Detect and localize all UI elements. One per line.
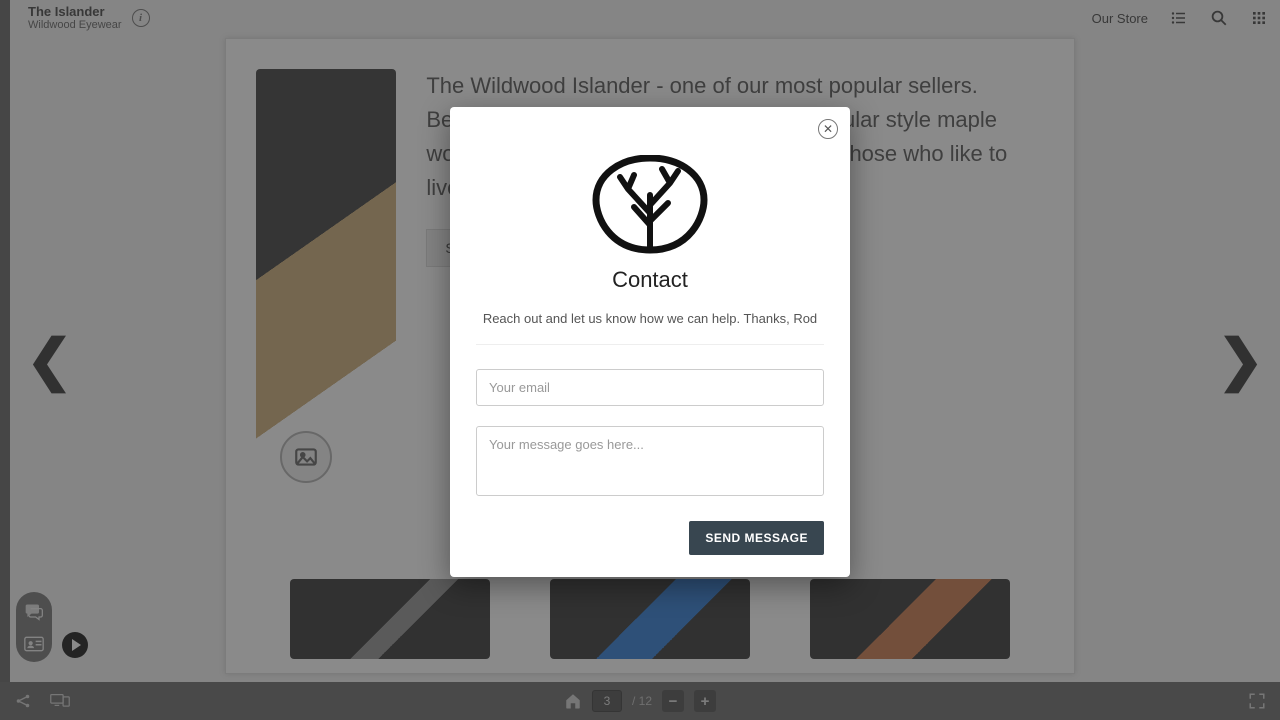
modal-message: Reach out and let us know how we can hel… — [476, 311, 824, 326]
close-icon[interactable]: ✕ — [818, 119, 838, 139]
send-message-button[interactable]: SEND MESSAGE — [689, 521, 824, 555]
brand-logo — [476, 155, 824, 255]
modal-title: Contact — [476, 267, 824, 293]
email-field[interactable] — [476, 369, 824, 406]
message-field[interactable] — [476, 426, 824, 496]
contact-modal: ✕ Contact Reach out and let us know how … — [450, 107, 850, 577]
